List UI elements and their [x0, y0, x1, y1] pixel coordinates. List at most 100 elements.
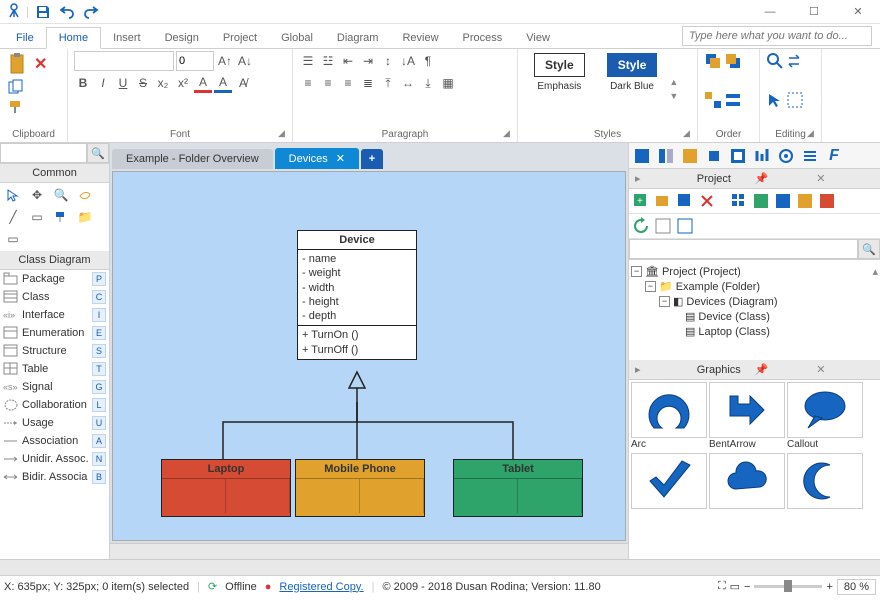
zoom-tool-icon[interactable]: 🔍: [50, 185, 72, 205]
lasso-tool-icon[interactable]: [74, 185, 96, 205]
shape-cloud[interactable]: [709, 453, 785, 509]
pin-icon[interactable]: 📌: [755, 172, 813, 185]
twister-1[interactable]: −: [631, 266, 642, 277]
decrease-indent-icon[interactable]: ⇤: [339, 51, 357, 71]
rt-icon-6[interactable]: [751, 145, 773, 167]
line-tool-icon[interactable]: ╱: [2, 207, 24, 227]
lasso-icon[interactable]: [786, 90, 804, 110]
zoom-slider[interactable]: [754, 585, 822, 588]
send-back-icon[interactable]: [724, 51, 742, 71]
hscrollbar[interactable]: [110, 543, 628, 559]
palette-signal[interactable]: «s»SignalG: [0, 378, 109, 396]
tab-example[interactable]: Example - Folder Overview: [112, 149, 273, 169]
rt-icon-4[interactable]: [703, 145, 725, 167]
close-pane-icon-2[interactable]: ✕: [816, 363, 874, 376]
view-color3-icon[interactable]: [795, 191, 815, 211]
tree-project[interactable]: Project (Project): [662, 266, 741, 278]
clear-format-button[interactable]: A̸: [234, 73, 252, 93]
tree-scroll-up[interactable]: ▴: [872, 265, 878, 278]
close-pane-icon[interactable]: ✕: [816, 172, 874, 185]
shape-bentarrow[interactable]: BentArrow: [709, 382, 785, 451]
menu-home[interactable]: Home: [46, 27, 101, 49]
maximize-button[interactable]: ☐: [792, 0, 836, 24]
rt-icon-7[interactable]: [775, 145, 797, 167]
canvas[interactable]: Device - name - weight - width - height …: [112, 171, 626, 541]
twister-3[interactable]: −: [659, 296, 670, 307]
menu-review[interactable]: Review: [390, 28, 450, 48]
save-icon[interactable]: [33, 2, 53, 22]
sort-icon[interactable]: ↓A: [399, 51, 417, 71]
replace-icon[interactable]: [786, 51, 804, 71]
grow-font-icon[interactable]: A↑: [216, 51, 234, 71]
bold-button[interactable]: B: [74, 73, 92, 93]
redo-icon[interactable]: [81, 2, 101, 22]
tab-close-icon[interactable]: ✕: [336, 152, 345, 165]
strike-button[interactable]: S: [134, 73, 152, 93]
styles-dialog-launcher[interactable]: ◢: [683, 128, 695, 140]
toolbox-search-input[interactable]: [0, 143, 87, 163]
palette-unidir-assoc[interactable]: Unidir. Assoc.N: [0, 450, 109, 468]
palette-structure[interactable]: StructureS: [0, 342, 109, 360]
highlight-button[interactable]: A: [214, 73, 232, 93]
close-button[interactable]: ✕: [836, 0, 880, 24]
project-search-input[interactable]: [629, 239, 858, 259]
zoom-in-icon[interactable]: +: [826, 581, 832, 593]
menu-project[interactable]: Project: [211, 28, 269, 48]
align-right-icon[interactable]: ≡: [339, 73, 357, 93]
project-pane-header[interactable]: ▸ Project 📌 ✕: [629, 169, 880, 189]
tab-tool-icon[interactable]: ▭: [2, 229, 24, 249]
font-dialog-launcher[interactable]: ◢: [278, 128, 290, 140]
align-center-icon[interactable]: ≡: [319, 73, 337, 93]
delete-item-icon[interactable]: [697, 191, 717, 211]
add-folder-icon[interactable]: [653, 191, 673, 211]
rt-icon-5[interactable]: [727, 145, 749, 167]
valign-bot-icon[interactable]: ⤓: [419, 73, 437, 93]
valign-top-icon[interactable]: ⤒: [379, 73, 397, 93]
tree-devices[interactable]: Devices (Diagram): [686, 296, 777, 308]
underline-button[interactable]: U: [114, 73, 132, 93]
increase-indent-icon[interactable]: ⇥: [359, 51, 377, 71]
rect-tool-icon[interactable]: ▭: [26, 207, 48, 227]
paste-icon[interactable]: [6, 51, 30, 77]
align-left-icon[interactable]: ≡: [299, 73, 317, 93]
palette-bidir-assoc[interactable]: Bidir. AssociaB: [0, 468, 109, 486]
graphics-pane-header[interactable]: ▸ Graphics 📌 ✕: [629, 360, 880, 380]
add-item-icon[interactable]: +: [631, 191, 651, 211]
palette-class[interactable]: ClassC: [0, 288, 109, 306]
borders-icon[interactable]: ▦: [439, 73, 457, 93]
menu-design[interactable]: Design: [153, 28, 211, 48]
status-registered[interactable]: Registered Copy.: [279, 581, 363, 593]
add-tab-button[interactable]: +: [361, 149, 383, 169]
palette-package[interactable]: PackageP: [0, 270, 109, 288]
palette-association[interactable]: AssociationA: [0, 432, 109, 450]
view-color4-icon[interactable]: [817, 191, 837, 211]
subscript-button[interactable]: x₂: [154, 73, 172, 93]
menu-global[interactable]: Global: [269, 28, 325, 48]
shrink-font-icon[interactable]: A↓: [236, 51, 254, 71]
tree-laptop[interactable]: Laptop (Class): [698, 326, 770, 338]
group-icon[interactable]: [704, 90, 722, 110]
pointer-tool-icon[interactable]: [2, 185, 24, 205]
select-icon[interactable]: [766, 90, 784, 110]
style-scroll-down-icon[interactable]: ▼: [669, 91, 678, 101]
rt-icon-3[interactable]: [679, 145, 701, 167]
font-size-input[interactable]: [176, 51, 214, 71]
tree-example[interactable]: Example (Folder): [676, 281, 760, 293]
pan-tool-icon[interactable]: ✥: [26, 185, 48, 205]
view-grid-icon[interactable]: [729, 191, 749, 211]
format-painter-icon[interactable]: [6, 97, 26, 117]
line-spacing-icon[interactable]: ↕: [379, 51, 397, 71]
bullets-icon[interactable]: ☰: [299, 51, 317, 71]
view-color2-icon[interactable]: [773, 191, 793, 211]
italic-button[interactable]: I: [94, 73, 112, 93]
rt-icon-2[interactable]: [655, 145, 677, 167]
refresh-icon[interactable]: [631, 216, 651, 236]
editing-dialog-launcher[interactable]: ◢: [807, 128, 819, 140]
style-darkblue[interactable]: Style Dark Blue: [597, 51, 668, 127]
tree-device[interactable]: Device (Class): [698, 311, 770, 323]
common-header[interactable]: Common: [0, 164, 109, 183]
style-scroll-up-icon[interactable]: ▲: [669, 77, 678, 87]
palette-usage[interactable]: UsageU: [0, 414, 109, 432]
valign-mid-icon[interactable]: ↔: [399, 73, 417, 93]
zoom-fit-icon[interactable]: ⛶: [718, 580, 726, 593]
